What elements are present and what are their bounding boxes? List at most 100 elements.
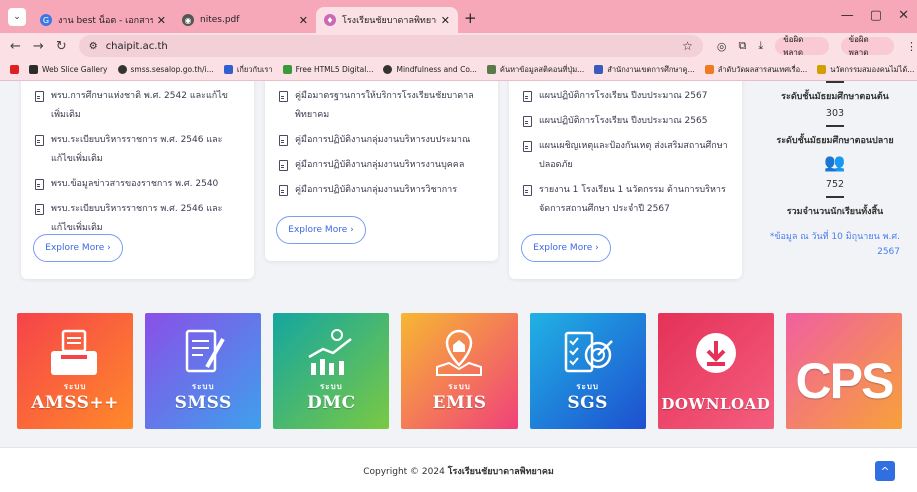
document-stack-icon [17, 327, 133, 379]
download-icon [658, 327, 774, 387]
page-footer: Copyright © 2024 โรงเรียนชัยบาดาลพิทยาคม… [0, 447, 917, 492]
bookmark-item[interactable]: สำนักงานเขตการศึกษาคู... [594, 64, 695, 76]
emis-tile[interactable]: ระบบ EMIS [401, 313, 518, 429]
list-item[interactable]: คู่มือการปฏิบัติงานกลุ่มงานบริหารวิชาการ [279, 181, 488, 200]
new-tab-button[interactable]: + [464, 9, 477, 27]
school-name: โรงเรียนชัยบาดาลพิทยาคม [447, 467, 554, 477]
list-item[interactable]: แผนปฏิบัติการโรงเรียน ปีงบประมาณ 2565 [523, 112, 732, 131]
tab-3-active[interactable]: ♦ โรงเรียนชัยบาดาลพิทยาคม ✕ [316, 7, 458, 33]
item-label: คู่มือการปฏิบัติงานกลุ่มงานบริหารงบประมา… [295, 135, 471, 145]
list-item[interactable]: แผนเผชิญเหตุและป้องกันเหตุ ส่งเสริมสถานศ… [523, 137, 732, 175]
amss-tile[interactable]: ระบบ AMSS++ [17, 313, 134, 429]
address-bar[interactable]: ⚙ chaipit.ac.th ☆ [78, 35, 703, 57]
tile-small-caption: ระบบ [448, 382, 471, 391]
close-tab-icon[interactable]: ✕ [157, 14, 166, 27]
bookmark-item[interactable]: Mindfulness and Co... [383, 65, 477, 74]
tile-title: EMIS [432, 393, 487, 413]
minimize-icon[interactable]: — [841, 8, 854, 23]
download-tile[interactable]: DOWNLOAD [657, 313, 774, 429]
school-map-icon [401, 327, 517, 379]
item-label: รายงาน 1 โรงเรียน 1 นวัตกรรม ด้านการบริห… [539, 185, 726, 214]
close-tab-icon[interactable]: ✕ [299, 14, 308, 27]
download-toolbar-icon[interactable]: ⤓ [758, 39, 763, 53]
document-icon [523, 91, 532, 102]
tab-2[interactable]: ◉ nites.pdf ✕ [174, 7, 316, 33]
item-label: แผนเผชิญเหตุและป้องกันเหตุ ส่งเสริมสถานศ… [539, 141, 728, 170]
list-item[interactable]: คู่มือการปฏิบัติงานกลุ่มงานบริหารงานบุคค… [279, 156, 488, 175]
page-content: พรบ.การศึกษาแห่งชาติ พ.ศ. 2542 และแก้ไขเ… [0, 81, 917, 492]
restore-icon[interactable]: ▢ [870, 8, 882, 23]
list-item[interactable]: คู่มือมาตรฐานการให้บริการโรงเรียนชัยบาดา… [279, 87, 488, 125]
bookmark-item[interactable]: Free HTML5 Digital... [282, 65, 373, 74]
bookmark-item[interactable]: smss.sesalop.go.th/i... [117, 65, 214, 74]
bookmark-label: สำนักงานเขตการศึกษาคู... [607, 64, 695, 74]
bookmark-item[interactable]: Web Slice Gallery [29, 65, 108, 74]
youtube-icon [10, 65, 19, 74]
bookmark-label: smss.sesalop.go.th/i... [130, 65, 214, 74]
sgs-tile[interactable]: ระบบ SGS [529, 313, 646, 429]
document-icon [523, 116, 532, 127]
site-info-icon[interactable]: ⚙ [89, 41, 98, 52]
bookmark-label: Mindfulness and Co... [396, 65, 477, 74]
extension-icon[interactable]: ◎ [717, 40, 727, 53]
tile-title: SGS [567, 393, 608, 413]
close-window-icon[interactable]: ✕ [898, 8, 909, 23]
bookmark-icon [29, 65, 38, 74]
upper-secondary-label: ระดับชั้นมัธยมศึกษาตอนปลาย [776, 136, 894, 146]
tile-small-caption: ระบบ [319, 382, 343, 391]
explore-more-button[interactable]: Explore More › [33, 234, 123, 262]
tile-small-caption: ระบบ [576, 382, 599, 391]
total-students-label: รวมจำนวนนักเรียนทั้งสิ้น [786, 207, 884, 217]
explore-more-button[interactable]: Explore More › [276, 216, 366, 244]
list-item[interactable]: คู่มือการปฏิบัติงานกลุ่มงานบริหารงบประมา… [279, 131, 488, 150]
toolbar-icons: ◎ ⧉ ⤓ ข้อผิดพลาด ข้อผิดพลาด ⋮ [717, 35, 917, 57]
smss-tile[interactable]: ระบบ SMSS [145, 313, 262, 429]
close-tab-icon[interactable]: ✕ [441, 14, 450, 27]
list-item[interactable]: พรบ.การศึกษาแห่งชาติ พ.ศ. 2542 และแก้ไขเ… [35, 87, 242, 125]
list-item[interactable]: รายงาน 1 โรงเรียน 1 นวัตกรรม ด้านการบริห… [523, 181, 732, 219]
item-label: พรบ.การศึกษาแห่งชาติ พ.ศ. 2542 และแก้ไขเ… [51, 91, 228, 120]
lower-secondary-label: ระดับชั้นมัธยมศึกษาตอนต้น [781, 92, 889, 102]
explore-more-button[interactable]: Explore More › [521, 234, 611, 262]
item-label: แผนปฏิบัติการโรงเรียน ปีงบประมาณ 2567 [539, 91, 708, 101]
growth-chart-icon [273, 327, 389, 379]
document-icon [279, 135, 288, 146]
reload-icon[interactable]: ↻ [56, 39, 67, 54]
back-to-top-button[interactable]: ^ [875, 461, 895, 481]
bookmark-item[interactable]: ค้นหาข้อมูลสติคอนที่ปุ่ม... [486, 64, 584, 76]
cps-tile[interactable]: CPS [785, 313, 902, 429]
bookmark-star-icon[interactable]: ☆ [682, 39, 693, 53]
menu-icon[interactable]: ⋮ [906, 40, 917, 53]
bookmark-item[interactable]: ลำดับวัดผลสารสนเทศเรื่อ... [704, 64, 807, 76]
bookmark-youtube[interactable] [10, 65, 19, 74]
tab-title: งาน best น็อต - เอกสาร (A4) [58, 16, 153, 26]
dmc-tile[interactable]: ระบบ DMC [273, 313, 390, 429]
list-item[interactable]: พรบ.ข้อมูลข่าวสารของราชการ พ.ศ. 2540 [35, 175, 242, 194]
error-button[interactable]: ข้อผิดพลาด [840, 35, 894, 57]
tab-search-button[interactable]: ⌄ [8, 8, 26, 26]
list-item[interactable]: พรบ.ระเบียบบริหารราชการ พ.ศ. 2546 และแก้… [35, 200, 242, 238]
card-laws: พรบ.การศึกษาแห่งชาติ พ.ศ. 2542 และแก้ไขเ… [21, 81, 254, 279]
document-icon [523, 185, 532, 196]
card-plans: แผนปฏิบัติการโรงเรียน ปีงบประมาณ 2567 แผ… [509, 81, 742, 279]
forward-icon[interactable]: → [33, 39, 44, 54]
profile-button[interactable]: ข้อผิดพลาด [775, 35, 829, 57]
list-item[interactable]: พรบ.ระเบียบบริหารราชการ พ.ศ. 2546 และแก้… [35, 131, 242, 169]
item-label: พรบ.ระเบียบบริหารราชการ พ.ศ. 2546 และแก้… [51, 204, 223, 233]
bookmark-icon [383, 65, 393, 74]
bookmark-item[interactable]: เกี่ยวกับเรา [223, 64, 273, 76]
puzzle-icon[interactable]: ⧉ [738, 39, 746, 53]
bookmark-label: Web Slice Gallery [42, 65, 108, 74]
card-list: พรบ.การศึกษาแห่งชาติ พ.ศ. 2542 และแก้ไขเ… [21, 81, 254, 238]
tile-small-caption: ระบบ [63, 382, 87, 391]
system-tiles: ระบบ AMSS++ ระบบ SMSS ระบบ DMC ระบบ EMIS [17, 313, 902, 429]
tab-1[interactable]: G งาน best น็อต - เอกสาร (A4) ✕ [32, 7, 174, 33]
pdf-icon: ◉ [182, 14, 194, 26]
back-icon[interactable]: ← [10, 39, 21, 54]
student-stats: ระดับชั้นมัธยมศึกษาตอนต้น 303 ระดับชั้นม… [760, 81, 910, 260]
bookmark-item[interactable]: นวัตกรรมสมองคนไม่ได้... [817, 64, 914, 76]
bookmark-label: นวัตกรรมสมองคนไม่ได้... [830, 64, 915, 74]
data-date-note: *ข้อมูล ณ วันที่ 10 มิถุนายน พ.ศ. 2567 [769, 232, 900, 257]
bookmark-icon [223, 65, 233, 74]
list-item[interactable]: แผนปฏิบัติการโรงเรียน ปีงบประมาณ 2567 [523, 87, 732, 106]
